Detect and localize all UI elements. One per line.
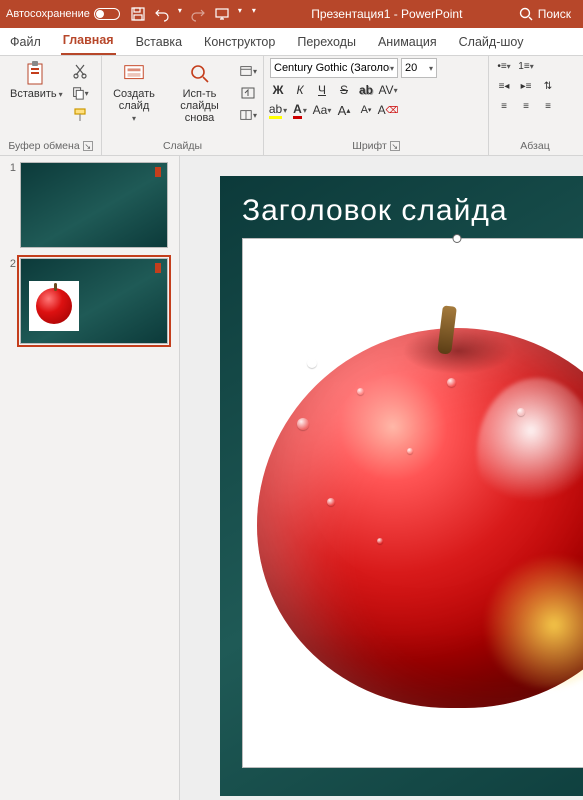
thumbnail-row: 1 bbox=[4, 162, 175, 248]
chevron-down-icon: ▾ bbox=[390, 64, 394, 73]
present-from-start-icon[interactable] bbox=[214, 6, 230, 22]
reset-button[interactable] bbox=[239, 84, 257, 102]
reuse-slides-icon bbox=[188, 62, 212, 86]
paste-icon bbox=[24, 62, 48, 86]
font-size-value: 20 bbox=[405, 62, 417, 74]
cut-button[interactable] bbox=[71, 62, 89, 80]
slides-group-label: Слайды bbox=[163, 140, 202, 152]
italic-button[interactable]: К bbox=[292, 82, 308, 98]
group-paragraph: •≡▾ 1≡▾ ≡◂ ▸≡ ⇅ ≡ ≡ ≡ Абзац bbox=[489, 56, 581, 155]
slide[interactable]: Заголовок слайда bbox=[220, 176, 583, 796]
ribbon: Вставить▾ ▾ Буфер обмена↘ bbox=[0, 56, 583, 156]
tab-design[interactable]: Конструктор bbox=[202, 31, 277, 55]
present-dropdown-icon[interactable]: ▾ bbox=[238, 6, 242, 22]
line-spacing-button[interactable]: ⇅ bbox=[539, 78, 557, 94]
text-shadow-button[interactable]: ab bbox=[358, 82, 374, 98]
highlight-color-button[interactable]: ab▾ bbox=[270, 102, 286, 118]
font-group-label: Шрифт bbox=[352, 140, 387, 152]
new-slide-icon bbox=[122, 62, 146, 86]
strikethrough-button[interactable]: S bbox=[336, 82, 352, 98]
tab-insert[interactable]: Вставка bbox=[134, 31, 184, 55]
align-center-button[interactable]: ≡ bbox=[517, 98, 535, 114]
slide-marker-icon bbox=[155, 263, 161, 273]
chevron-down-icon: ▾ bbox=[429, 64, 433, 73]
font-name-select[interactable]: Century Gothic (Заголовки) ▾ bbox=[270, 58, 398, 78]
slide-number: 1 bbox=[4, 162, 16, 248]
slide-title[interactable]: Заголовок слайда bbox=[242, 194, 583, 228]
search-icon bbox=[518, 6, 534, 22]
thumbnail-row: 2 bbox=[4, 258, 175, 344]
tab-animations[interactable]: Анимация bbox=[376, 31, 439, 55]
decrease-indent-button[interactable]: ≡◂ bbox=[495, 78, 513, 94]
underline-button[interactable]: Ч bbox=[314, 82, 330, 98]
slide-number: 2 bbox=[4, 258, 16, 344]
format-painter-button[interactable] bbox=[71, 106, 89, 124]
search-label: Поиск bbox=[538, 7, 571, 21]
chevron-down-icon: ▾ bbox=[85, 89, 89, 98]
numbering-button[interactable]: 1≡▾ bbox=[517, 58, 535, 74]
group-font: Century Gothic (Заголовки) ▾ 20 ▾ Ж К Ч … bbox=[264, 56, 489, 155]
tab-file[interactable]: Файл bbox=[8, 31, 43, 55]
mini-image-icon bbox=[29, 281, 79, 331]
font-size-select[interactable]: 20 ▾ bbox=[401, 58, 437, 78]
copy-button[interactable]: ▾ bbox=[71, 84, 89, 102]
slide-thumbnail-2[interactable] bbox=[20, 258, 168, 344]
title-bar: Автосохранение ▾ ▾ ▾ Презентация1 - Powe… bbox=[0, 0, 583, 28]
tab-home[interactable]: Главная bbox=[61, 29, 116, 55]
editing-canvas[interactable]: Заголовок слайда bbox=[180, 156, 583, 800]
layout-button[interactable]: ▾ bbox=[239, 62, 257, 80]
clear-formatting-button[interactable]: A⌫ bbox=[380, 102, 396, 118]
paragraph-group-label: Абзац bbox=[520, 140, 549, 152]
new-slide-button[interactable]: Создать слайд ▾ bbox=[108, 58, 160, 127]
slide-marker-icon bbox=[155, 167, 161, 177]
reuse-slides-label: Исп-ть слайды снова bbox=[168, 88, 231, 124]
dialog-launcher-icon[interactable]: ↘ bbox=[83, 141, 93, 151]
new-slide-label: Создать слайд bbox=[112, 88, 156, 112]
tab-transitions[interactable]: Переходы bbox=[295, 31, 358, 55]
char-spacing-button[interactable]: AV▾ bbox=[380, 82, 396, 98]
toggle-off-icon[interactable] bbox=[94, 8, 120, 20]
slide-thumbnails-panel: 1 2 bbox=[0, 156, 180, 800]
paste-label: Вставить bbox=[10, 88, 57, 100]
image-placeholder[interactable] bbox=[242, 238, 583, 768]
window-title: Презентация1 - PowerPoint bbox=[256, 7, 518, 21]
autosave-toggle[interactable]: Автосохранение bbox=[6, 8, 120, 20]
redo-icon[interactable] bbox=[190, 6, 206, 22]
group-clipboard: Вставить▾ ▾ Буфер обмена↘ bbox=[0, 56, 102, 155]
ribbon-tabs: Файл Главная Вставка Конструктор Переход… bbox=[0, 28, 583, 56]
paste-button[interactable]: Вставить▾ bbox=[6, 58, 67, 104]
font-color-button[interactable]: A▾ bbox=[292, 102, 308, 118]
align-left-button[interactable]: ≡ bbox=[495, 98, 513, 114]
tab-slideshow[interactable]: Слайд-шоу bbox=[457, 31, 526, 55]
save-icon[interactable] bbox=[130, 6, 146, 22]
slide-thumbnail-1[interactable] bbox=[20, 162, 168, 248]
chevron-down-icon: ▾ bbox=[132, 114, 136, 123]
undo-icon[interactable] bbox=[154, 6, 170, 22]
grow-font-button[interactable]: A▴ bbox=[336, 102, 352, 118]
shrink-font-button[interactable]: A▾ bbox=[358, 102, 374, 118]
autosave-label: Автосохранение bbox=[6, 8, 90, 20]
clipboard-group-label: Буфер обмена bbox=[8, 140, 79, 152]
reuse-slides-button[interactable]: Исп-ть слайды снова bbox=[164, 58, 235, 128]
bold-button[interactable]: Ж bbox=[270, 82, 286, 98]
dialog-launcher-icon[interactable]: ↘ bbox=[390, 141, 400, 151]
chevron-down-icon: ▾ bbox=[59, 90, 63, 99]
bullets-button[interactable]: •≡▾ bbox=[495, 58, 513, 74]
search-box[interactable]: Поиск bbox=[518, 6, 571, 22]
section-button[interactable]: ▾ bbox=[239, 106, 257, 124]
resize-handle-top[interactable] bbox=[453, 234, 462, 243]
font-name-value: Century Gothic (Заголовки) bbox=[274, 62, 390, 74]
apple-image[interactable] bbox=[247, 288, 583, 718]
work-area: 1 2 Заголовок слайда bbox=[0, 156, 583, 800]
undo-dropdown-icon[interactable]: ▾ bbox=[178, 6, 182, 22]
group-slides: Создать слайд ▾ Исп-ть слайды снова ▾ ▾ С… bbox=[102, 56, 264, 155]
align-right-button[interactable]: ≡ bbox=[539, 98, 557, 114]
change-case-button[interactable]: Aa▾ bbox=[314, 102, 330, 118]
increase-indent-button[interactable]: ▸≡ bbox=[517, 78, 535, 94]
